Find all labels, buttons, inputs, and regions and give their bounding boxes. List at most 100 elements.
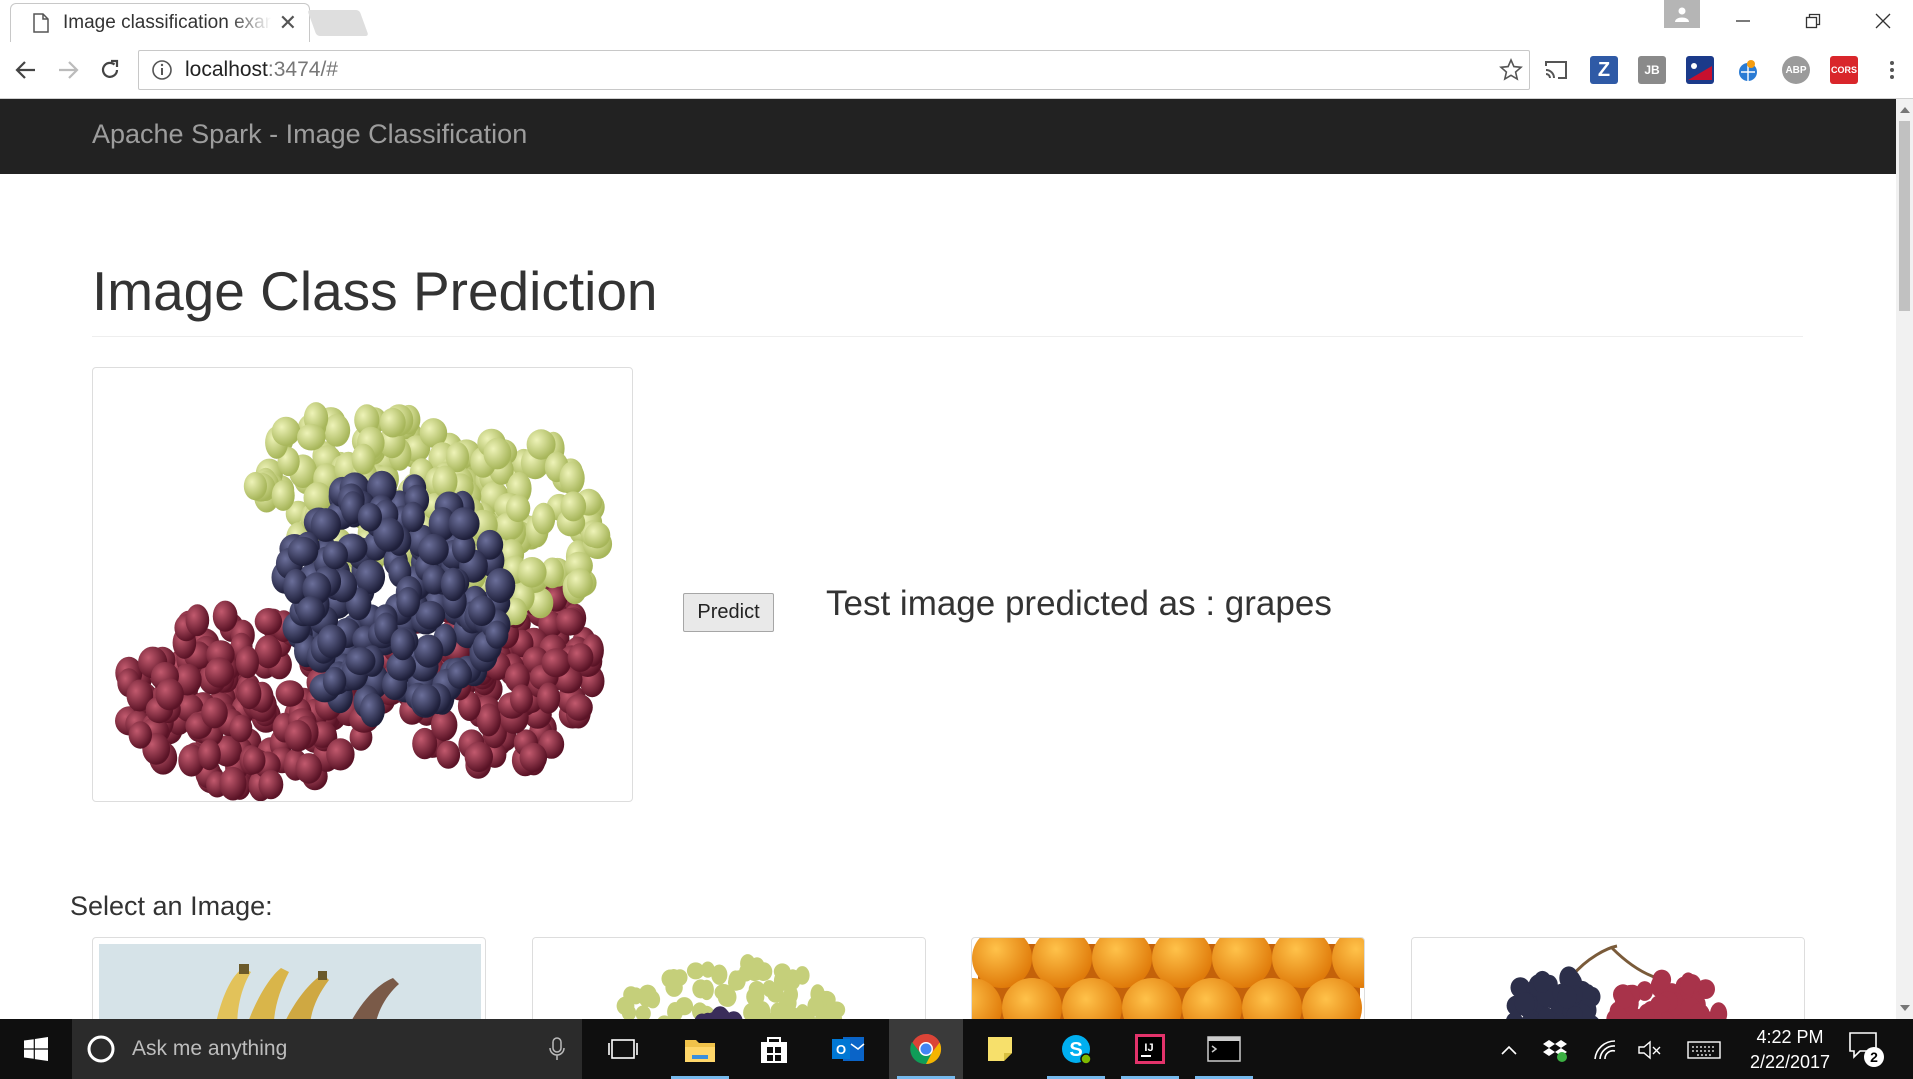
address-bar[interactable]: localhost:3474/# bbox=[138, 50, 1530, 90]
microphone-icon[interactable] bbox=[549, 1037, 565, 1061]
flag-extension-icon[interactable] bbox=[1686, 56, 1714, 84]
grape bbox=[1557, 986, 1577, 1009]
cortana-search-box[interactable]: Ask me anything bbox=[72, 1019, 582, 1079]
skype-icon[interactable]: S bbox=[1039, 1019, 1113, 1079]
profile-icon[interactable] bbox=[1664, 0, 1700, 28]
browser-tab[interactable]: Image classification example ✕ bbox=[10, 3, 310, 42]
scroll-up-icon[interactable] bbox=[1900, 107, 1910, 113]
cortana-icon bbox=[87, 1035, 115, 1063]
title-divider bbox=[92, 336, 1803, 337]
grapes-thumbnail[interactable] bbox=[532, 937, 926, 1019]
intellij-icon[interactable]: IJ bbox=[1113, 1019, 1187, 1079]
grape bbox=[322, 666, 347, 696]
start-button[interactable] bbox=[0, 1019, 72, 1079]
grape bbox=[185, 604, 210, 637]
chrome-icon[interactable] bbox=[889, 1019, 963, 1079]
action-center-icon[interactable]: 2 bbox=[1848, 1031, 1888, 1067]
wifi-icon[interactable] bbox=[1590, 1035, 1620, 1065]
grapes-image bbox=[115, 402, 613, 801]
keyboard-icon[interactable] bbox=[1686, 1035, 1722, 1065]
red-grapes-thumbnail[interactable] bbox=[1411, 937, 1805, 1019]
grape bbox=[296, 596, 325, 627]
page-scrollbar[interactable] bbox=[1896, 99, 1913, 1019]
globe-extension-icon[interactable] bbox=[1734, 56, 1762, 84]
jetbrains-label: JB bbox=[1644, 63, 1660, 77]
scroll-down-icon[interactable] bbox=[1900, 1005, 1910, 1011]
scroll-thumb[interactable] bbox=[1899, 121, 1910, 311]
grape bbox=[560, 491, 587, 522]
bananas-thumbnail[interactable] bbox=[92, 937, 486, 1019]
grape bbox=[415, 600, 446, 630]
predict-button[interactable]: Predict bbox=[683, 593, 774, 632]
taskbar-clock[interactable]: 4:22 PM 2/22/2017 bbox=[1735, 1025, 1845, 1075]
grape bbox=[297, 423, 326, 451]
grape bbox=[773, 963, 791, 980]
page-viewport: Apache Spark - Image Classification Imag… bbox=[0, 99, 1896, 1019]
grape bbox=[440, 567, 466, 602]
zotero-icon[interactable]: Z bbox=[1590, 56, 1618, 84]
cors-icon[interactable]: CORS bbox=[1830, 56, 1858, 84]
sticky-notes-icon[interactable] bbox=[963, 1019, 1037, 1079]
restore-icon[interactable] bbox=[1778, 0, 1848, 42]
cast-icon[interactable] bbox=[1542, 56, 1570, 84]
adblock-plus-icon[interactable]: ABP bbox=[1782, 56, 1810, 84]
grape bbox=[566, 568, 593, 599]
grape bbox=[204, 657, 235, 688]
grape bbox=[510, 684, 533, 714]
grape bbox=[414, 634, 444, 668]
grape bbox=[411, 684, 441, 717]
grape bbox=[448, 507, 480, 541]
search-placeholder: Ask me anything bbox=[132, 1037, 288, 1060]
grape bbox=[322, 541, 348, 570]
jetbrains-icon[interactable]: JB bbox=[1638, 56, 1666, 84]
grape bbox=[519, 742, 548, 773]
grape bbox=[567, 643, 594, 672]
grape bbox=[719, 987, 737, 1007]
cors-label: CORS bbox=[1830, 65, 1857, 75]
forward-icon[interactable] bbox=[50, 52, 86, 88]
oranges-thumbnail[interactable] bbox=[971, 937, 1365, 1019]
show-hidden-icons-chevron-icon[interactable] bbox=[1494, 1035, 1524, 1065]
menu-icon[interactable] bbox=[1878, 56, 1906, 84]
file-explorer-icon[interactable] bbox=[663, 1019, 737, 1079]
store-icon[interactable] bbox=[737, 1019, 811, 1079]
volume-muted-icon[interactable] bbox=[1635, 1035, 1665, 1065]
navbar-brand[interactable]: Apache Spark - Image Classification bbox=[92, 119, 527, 150]
bookmark-star-icon[interactable] bbox=[1499, 58, 1523, 82]
grape bbox=[243, 472, 267, 501]
grape bbox=[379, 407, 406, 438]
tab-close-icon[interactable]: ✕ bbox=[279, 12, 297, 34]
clock-date: 2/22/2017 bbox=[1749, 1052, 1831, 1072]
browser-tab-strip: Image classification example ✕ bbox=[0, 0, 1913, 42]
zotero-label: Z bbox=[1597, 58, 1611, 81]
minimize-icon[interactable] bbox=[1708, 0, 1778, 42]
close-icon[interactable] bbox=[1848, 0, 1913, 42]
grape bbox=[1533, 970, 1552, 993]
grape bbox=[198, 739, 221, 771]
oranges-image bbox=[972, 938, 1364, 1019]
info-icon[interactable] bbox=[151, 59, 173, 81]
grape bbox=[565, 694, 593, 721]
back-icon[interactable] bbox=[8, 52, 44, 88]
grape bbox=[357, 502, 382, 532]
grape bbox=[483, 437, 512, 470]
dropbox-icon[interactable] bbox=[1540, 1035, 1570, 1065]
adblock-label: ABP bbox=[1785, 64, 1807, 76]
reload-icon[interactable] bbox=[92, 52, 128, 88]
terminal-icon[interactable] bbox=[1187, 1019, 1261, 1079]
grape bbox=[275, 680, 305, 707]
outlook-icon[interactable]: O bbox=[811, 1019, 885, 1079]
grape bbox=[219, 766, 247, 801]
grape bbox=[559, 461, 585, 495]
notification-count-badge: 2 bbox=[1864, 1047, 1884, 1067]
grape bbox=[541, 648, 571, 678]
grape bbox=[271, 480, 295, 511]
grape bbox=[517, 557, 547, 588]
grape bbox=[485, 620, 509, 649]
document-icon bbox=[33, 13, 49, 33]
grape bbox=[1514, 992, 1535, 1015]
svg-text:O: O bbox=[836, 1042, 846, 1057]
new-tab-button[interactable] bbox=[307, 10, 369, 36]
task-view-icon[interactable] bbox=[586, 1019, 660, 1079]
grape bbox=[505, 494, 531, 523]
